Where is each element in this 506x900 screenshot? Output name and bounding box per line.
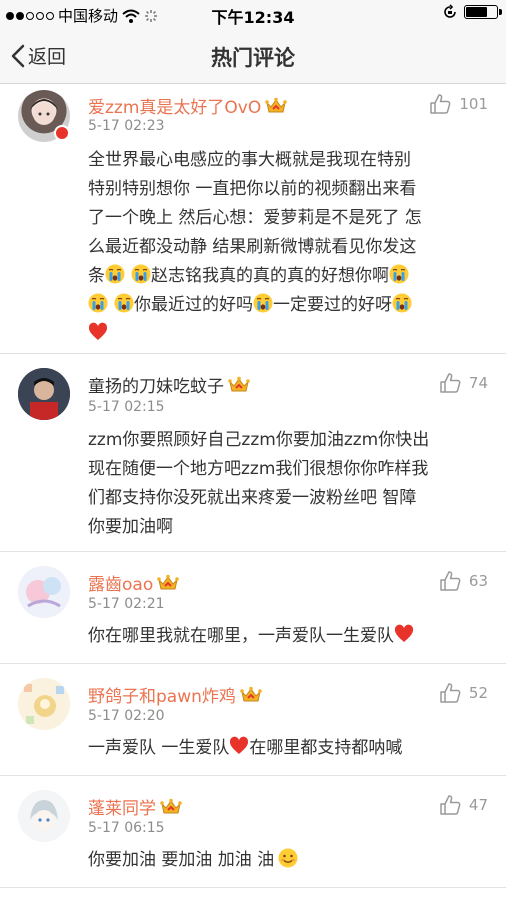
comment-item[interactable]: 蓬莱同学 5-17 06:15 47 你要加油 要加油 加油 油 — [0, 776, 506, 888]
comment-text: zzm你要照顾好自己zzm你要加油zzm你快出 现在随便一个地方吧zzm我们很想… — [88, 426, 486, 542]
username[interactable]: 蓬莱同学 — [88, 794, 156, 819]
verified-badge-icon — [54, 125, 70, 141]
comment-line: 你最近过的好吗 一定要过的好呀 — [88, 291, 486, 320]
crown-icon — [228, 376, 250, 394]
smile-emoji-icon — [278, 848, 298, 868]
thumbs-up-icon — [439, 682, 461, 704]
timestamp: 5-17 02:21 — [88, 596, 165, 612]
username[interactable]: 野鸽子和pawn炸鸡 — [88, 682, 236, 707]
avatar[interactable] — [18, 368, 70, 420]
thumbs-up-icon — [439, 794, 461, 816]
crown-icon — [265, 97, 287, 115]
like-button[interactable]: 47 — [439, 794, 488, 816]
comment-fragment: 你要加油 要加油 加油 油 — [88, 850, 275, 870]
comment-line: 你在哪里我就在哪里，一声爱队一生爱队 — [88, 622, 486, 651]
comment-line: 了一个晚上 然后心想：爱萝莉是不是死了 怎 — [88, 208, 422, 228]
username[interactable]: 爱zzm真是太好了OvO — [88, 93, 261, 118]
comment-text: 你要加油 要加油 加油 油 — [88, 846, 486, 875]
like-button[interactable]: 74 — [439, 372, 488, 394]
heart-icon — [394, 624, 414, 644]
crying-emoji-icon — [114, 293, 134, 313]
comment-line — [88, 320, 486, 349]
comment-fragment: 赵志铭我真的真的真的好想你啊 — [151, 266, 389, 286]
thumbs-up-icon — [429, 93, 451, 115]
timestamp: 5-17 02:20 — [88, 708, 165, 724]
crown-icon — [240, 686, 262, 704]
avatar[interactable] — [18, 790, 70, 842]
comment-line: 你要加油 要加油 加油 油 — [88, 846, 486, 875]
crown-icon — [160, 798, 182, 816]
battery-icon — [464, 5, 502, 19]
comment-line: 全世界最心电感应的事大概就是我现在特别 — [88, 150, 411, 170]
like-count: 63 — [468, 572, 488, 590]
comment-text: 一声爱队 一生爱队 在哪里都支持都呐喊 — [88, 734, 486, 763]
navigation-bar: 返回 热门评论 — [0, 28, 506, 84]
crying-emoji-icon — [131, 264, 151, 284]
comment-line: 么最近都没动静 结果刷新微博就看见你发这 — [88, 237, 417, 257]
status-bar: 中国移动 下午12:34 — [0, 0, 506, 28]
timestamp: 5-17 06:15 — [88, 820, 165, 836]
like-count: 74 — [468, 374, 488, 392]
comment-fragment: 条 — [88, 266, 105, 286]
comment-text: 你在哪里我就在哪里，一声爱队一生爱队 — [88, 622, 486, 651]
crying-emoji-icon — [253, 293, 273, 313]
comment-line: 们都支持你没死就出来疼爱一波粉丝吧 智障 — [88, 488, 417, 508]
comment-fragment: 你在哪里我就在哪里，一声爱队一生爱队 — [88, 626, 394, 646]
comment-item[interactable]: 露齒oao 5-17 02:21 63 你在哪里我就在哪里，一声爱队一生爱队 — [0, 552, 506, 664]
username[interactable]: 露齒oao — [88, 570, 153, 595]
crying-emoji-icon — [105, 264, 125, 284]
comment-line: zzm你要照顾好自己zzm你要加油zzm你快出 — [88, 430, 430, 450]
comment-line: 特别特别想你 一直把你以前的视频翻出来看 — [88, 179, 417, 199]
avatar[interactable] — [18, 678, 70, 730]
comment-fragment: 一定要过的好呀 — [273, 295, 392, 315]
crying-emoji-icon — [389, 264, 409, 284]
like-button[interactable]: 101 — [429, 93, 488, 115]
heart-icon — [229, 736, 249, 756]
comment-fragment: 你最近过的好吗 — [134, 295, 253, 315]
comment-line: 现在随便一个地方吧zzm我们很想你你咋样我 — [88, 459, 429, 479]
rotation-lock-icon — [444, 4, 456, 18]
comment-line: 你要加油啊 — [88, 517, 173, 537]
page-title: 热门评论 — [211, 46, 295, 70]
like-count: 52 — [468, 684, 488, 702]
like-count: 101 — [459, 95, 488, 113]
like-button[interactable]: 63 — [439, 570, 488, 592]
username[interactable]: 童扬的刀妹吃蚊子 — [88, 372, 224, 397]
timestamp: 5-17 02:23 — [88, 118, 165, 134]
avatar[interactable] — [18, 566, 70, 618]
crying-emoji-icon — [88, 293, 108, 313]
timestamp: 5-17 02:15 — [88, 399, 165, 415]
like-count: 47 — [468, 796, 488, 814]
heart-icon — [88, 322, 108, 342]
comment-text: 全世界最心电感应的事大概就是我现在特别 特别特别想你 一直把你以前的视频翻出来看… — [88, 146, 486, 349]
thumbs-up-icon — [439, 372, 461, 394]
comment-item[interactable]: 野鸽子和pawn炸鸡 5-17 02:20 52 一声爱队 一生爱队 在哪里都支持… — [0, 664, 506, 776]
comment-line: 一声爱队 一生爱队 在哪里都支持都呐喊 — [88, 734, 486, 763]
crying-emoji-icon — [392, 293, 412, 313]
thumbs-up-icon — [439, 570, 461, 592]
clock: 下午12:34 — [211, 8, 295, 27]
crown-icon — [157, 574, 179, 592]
comment-fragment: 在哪里都支持都呐喊 — [249, 738, 403, 758]
comment-fragment: 一声爱队 一生爱队 — [88, 738, 230, 758]
comment-line: 条 赵志铭我真的真的真的好想你啊 — [88, 262, 486, 291]
comment-item[interactable]: 童扬的刀妹吃蚊子 5-17 02:15 74 zzm你要照顾好自己zzm你要加油… — [0, 354, 506, 552]
like-button[interactable]: 52 — [439, 682, 488, 704]
comment-item[interactable]: 爱zzm真是太好了OvO 5-17 02:23 101 全世界最心电感应的事大概… — [0, 85, 506, 354]
